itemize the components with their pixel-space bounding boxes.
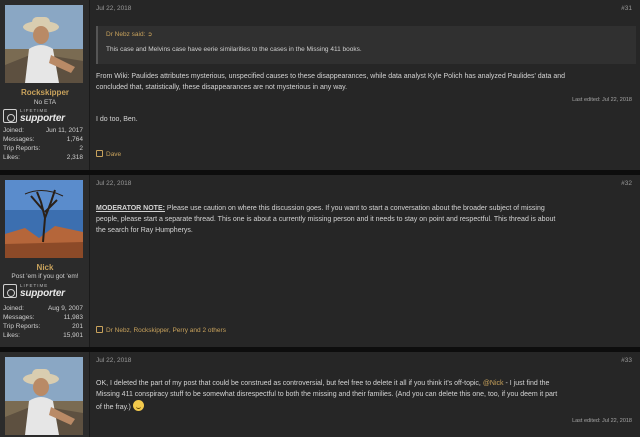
post-body-extra: I do too, Ben. — [96, 116, 138, 123]
supporter-icon — [3, 109, 17, 123]
quote-block: Dr Nebz said: ➲ This case and Melvins cas… — [96, 26, 636, 64]
username[interactable]: Rockskipper — [0, 88, 90, 97]
quote-author-link[interactable]: Dr Nebz said: ➲ — [106, 31, 152, 38]
post-body: MODERATOR NOTE: Please use caution on wh… — [96, 203, 632, 236]
post-content: Jul 22, 2018 #31 Dr Nebz said: ➲ This cas… — [96, 0, 636, 170]
likes-bar[interactable]: Dr Nebz, Rockskipper, Perry and 2 others — [96, 326, 226, 334]
post-body: OK, I deleted the part of my post that c… — [96, 378, 632, 413]
body-line: - I just find the — [503, 380, 550, 387]
quote-author: Dr Nebz said: — [106, 31, 146, 38]
post-number[interactable]: #33 — [621, 357, 632, 364]
post-31: Rockskipper No ETA LIFETIME supporter Jo… — [0, 0, 640, 170]
stat-label: Trip Reports: — [3, 323, 41, 330]
post-date[interactable]: Jul 22, 2018 — [96, 180, 131, 187]
user-title: Post 'em if you got 'em! — [11, 273, 79, 280]
likes-bar[interactable]: Dave — [96, 150, 121, 158]
stat-label: Messages: — [3, 136, 35, 143]
stat-value[interactable]: 201 — [72, 322, 83, 331]
supporter-icon — [3, 284, 17, 298]
user-stats: Joined: Jun 11, 2017 Messages: 1,764 Trip … — [3, 126, 83, 162]
last-edited: Last edited: Jul 22, 2018 — [572, 97, 632, 103]
stat-value: 2,318 — [66, 154, 83, 161]
body-line: the search for Ray Humpherys. — [96, 227, 193, 234]
user-sidebar: Rockskipper No ETA LIFETIME supporter Jo… — [0, 0, 90, 170]
stat-label: Likes: — [3, 332, 20, 339]
post-content: Jul 22, 2018 #32 MODERATOR NOTE: Please … — [96, 175, 636, 347]
post-date[interactable]: Jul 22, 2018 — [96, 357, 131, 364]
body-line: Missing 411 conspiracy stuff to be somew… — [96, 391, 558, 398]
stat-label: Joined: — [3, 305, 24, 312]
likes-names[interactable]: Dr Nebz, Rockskipper, Perry and 2 others — [106, 327, 226, 334]
thumbs-up-icon — [96, 150, 103, 157]
stat-label: Joined: — [3, 127, 24, 134]
stat-value[interactable]: 2 — [79, 144, 83, 153]
quote-jump-icon[interactable]: ➲ — [147, 31, 152, 38]
user-sidebar: Nick Post 'em if you got 'em! LIFETIME s… — [0, 175, 90, 347]
badge-main: supporter — [20, 288, 65, 299]
stat-value: Jun 11, 2017 — [45, 127, 83, 134]
user-sidebar — [0, 352, 90, 437]
post-32: Nick Post 'em if you got 'em! LIFETIME s… — [0, 175, 640, 347]
lifetime-supporter-badge: LIFETIME supporter — [3, 283, 75, 301]
post-number[interactable]: #31 — [621, 5, 632, 12]
stat-value[interactable]: 11,983 — [64, 313, 83, 322]
moderator-note-label: MODERATOR NOTE: — [96, 205, 165, 212]
user-title: No ETA — [33, 99, 57, 106]
smile-emoji-icon — [132, 400, 144, 411]
body-line: Please use caution on where this discuss… — [164, 205, 545, 212]
stat-label: Likes: — [3, 154, 20, 161]
post-body: From Wiki: Paulides attributes mysteriou… — [96, 71, 632, 93]
stat-value: Aug 9, 2007 — [47, 305, 83, 312]
user-stats: Joined: Aug 9, 2007 Messages: 11,983 Trip … — [3, 304, 83, 340]
post-33: Jul 22, 2018 #33 OK, I deleted the part … — [0, 352, 640, 437]
lifetime-supporter-badge: LIFETIME supporter — [3, 108, 75, 126]
body-line: From Wiki: Paulides attributes mysteriou… — [96, 73, 566, 80]
post-content: Jul 22, 2018 #33 OK, I deleted the part … — [96, 352, 636, 437]
post-date[interactable]: Jul 22, 2018 — [96, 5, 131, 12]
avatar[interactable] — [5, 180, 83, 258]
body-line: concluded that, statistically, these dis… — [96, 84, 348, 91]
badge-main: supporter — [20, 113, 65, 124]
username[interactable]: Nick — [0, 263, 90, 272]
last-edited: Last edited: Jul 22, 2018 — [572, 418, 632, 424]
avatar[interactable] — [5, 357, 83, 435]
stat-label: Trip Reports: — [3, 145, 41, 152]
post-number[interactable]: #32 — [621, 180, 632, 187]
body-line: of the fray.) — [96, 404, 131, 411]
stat-label: Messages: — [3, 314, 35, 321]
body-line: OK, I deleted the part of my post that c… — [96, 380, 483, 387]
avatar[interactable] — [5, 5, 83, 83]
mention-link[interactable]: @Nick — [483, 380, 504, 387]
stat-value: 15,901 — [63, 332, 83, 339]
thumbs-up-icon — [96, 326, 103, 333]
likes-names[interactable]: Dave — [106, 151, 121, 158]
stat-value[interactable]: 1,764 — [67, 135, 83, 144]
body-line: people, please start a separate thread. … — [96, 216, 556, 223]
quote-text: This case and Melvins case have eerie si… — [106, 46, 362, 53]
